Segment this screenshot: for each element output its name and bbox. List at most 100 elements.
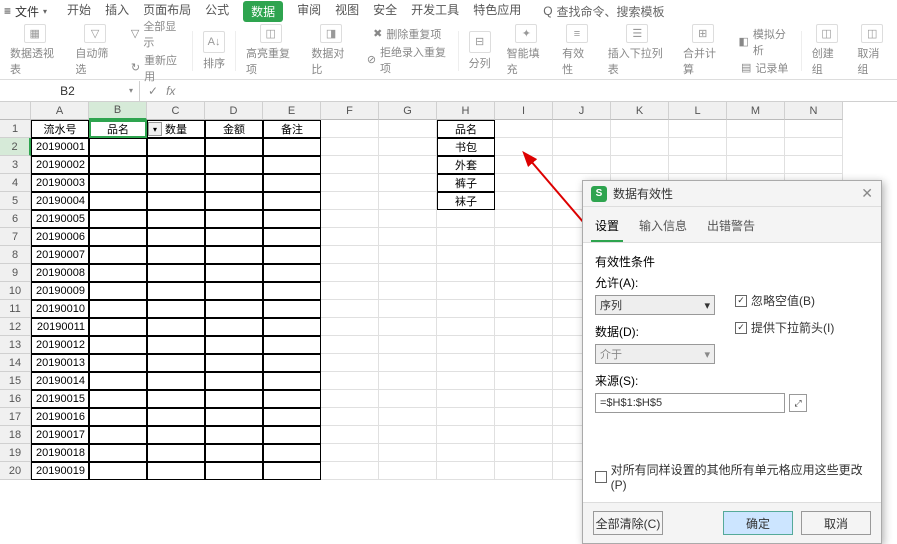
dlg-tab-error-alert[interactable]: 出错警告 xyxy=(703,213,759,242)
cell[interactable] xyxy=(495,444,553,462)
col-header-M[interactable]: M xyxy=(727,102,785,120)
cell[interactable] xyxy=(147,228,205,246)
cell[interactable] xyxy=(495,372,553,390)
row-header[interactable]: 6 xyxy=(0,210,31,228)
cell[interactable] xyxy=(437,318,495,336)
cell[interactable] xyxy=(147,444,205,462)
cell[interactable] xyxy=(205,174,263,192)
cell[interactable] xyxy=(321,372,379,390)
name-box[interactable]: B2 ▾ xyxy=(0,81,140,101)
cell[interactable] xyxy=(89,192,147,210)
col-header-L[interactable]: L xyxy=(669,102,727,120)
cell[interactable] xyxy=(611,156,669,174)
cell[interactable] xyxy=(321,318,379,336)
cell[interactable] xyxy=(669,138,727,156)
cell[interactable] xyxy=(727,138,785,156)
tab-insert[interactable]: 插入 xyxy=(105,1,129,22)
cell[interactable] xyxy=(263,156,321,174)
cell[interactable] xyxy=(263,264,321,282)
row-header[interactable]: 14 xyxy=(0,354,31,372)
cell[interactable] xyxy=(437,408,495,426)
cell[interactable] xyxy=(321,462,379,480)
cell[interactable] xyxy=(553,156,611,174)
col-header-B[interactable]: B xyxy=(89,102,147,120)
cell[interactable] xyxy=(785,138,843,156)
cell[interactable] xyxy=(437,300,495,318)
cell[interactable] xyxy=(263,354,321,372)
cell[interactable] xyxy=(379,444,437,462)
cell[interactable] xyxy=(321,444,379,462)
col-header-G[interactable]: G xyxy=(379,102,437,120)
cell[interactable] xyxy=(89,300,147,318)
reject-dup[interactable]: ⊘拒绝录入重复项 xyxy=(367,44,448,76)
cell[interactable]: 20190005 xyxy=(31,210,89,228)
cell[interactable] xyxy=(205,300,263,318)
cell[interactable] xyxy=(495,462,553,480)
cell[interactable] xyxy=(89,138,147,156)
row-header[interactable]: 7 xyxy=(0,228,31,246)
cell[interactable] xyxy=(263,210,321,228)
cell[interactable] xyxy=(147,246,205,264)
cell[interactable] xyxy=(321,426,379,444)
cell[interactable] xyxy=(727,156,785,174)
tab-devtools[interactable]: 开发工具 xyxy=(411,1,459,22)
clear-all-button[interactable]: 全部清除(C) xyxy=(593,511,663,535)
cell[interactable] xyxy=(263,192,321,210)
cell[interactable] xyxy=(379,300,437,318)
cell[interactable] xyxy=(89,174,147,192)
cell[interactable]: 20190017 xyxy=(31,426,89,444)
cell[interactable] xyxy=(147,282,205,300)
cell[interactable] xyxy=(321,192,379,210)
cell[interactable]: 20190016 xyxy=(31,408,89,426)
cell[interactable] xyxy=(553,120,611,138)
cell[interactable] xyxy=(321,264,379,282)
cell[interactable] xyxy=(379,228,437,246)
tab-formula[interactable]: 公式 xyxy=(205,1,229,22)
whatif[interactable]: ◧模拟分析 xyxy=(738,26,790,58)
col-header-J[interactable]: J xyxy=(553,102,611,120)
row-header[interactable]: 2 xyxy=(0,138,31,156)
tool-consolidate[interactable]: ⊞合并计算 xyxy=(677,24,728,77)
tab-security[interactable]: 安全 xyxy=(373,1,397,22)
cell[interactable]: 20190006 xyxy=(31,228,89,246)
col-header-E[interactable]: E xyxy=(263,102,321,120)
cell[interactable] xyxy=(263,336,321,354)
tool-smartfill[interactable]: ✦智能填充 xyxy=(501,24,552,77)
cell[interactable] xyxy=(495,300,553,318)
cell[interactable] xyxy=(321,210,379,228)
allow-select[interactable]: 序列 ▾ xyxy=(595,295,715,315)
cell[interactable] xyxy=(321,282,379,300)
apply-all-check[interactable]: 对所有同样设置的其他所有单元格应用这些更改(P) xyxy=(595,461,869,492)
cell[interactable] xyxy=(89,228,147,246)
record-form[interactable]: ▤记录单 xyxy=(741,60,788,76)
tool-group-create[interactable]: ◫创建组 xyxy=(806,24,848,77)
cell[interactable] xyxy=(727,120,785,138)
cell[interactable] xyxy=(89,462,147,480)
cell[interactable] xyxy=(89,246,147,264)
cell[interactable] xyxy=(89,444,147,462)
range-select-icon[interactable]: ⤢ xyxy=(789,394,807,412)
col-header-A[interactable]: A xyxy=(31,102,89,120)
cell[interactable] xyxy=(205,426,263,444)
row-header[interactable]: 17 xyxy=(0,408,31,426)
row-header[interactable]: 11 xyxy=(0,300,31,318)
col-header-K[interactable]: K xyxy=(611,102,669,120)
row-header[interactable]: 5 xyxy=(0,192,31,210)
cell[interactable] xyxy=(495,282,553,300)
tool-data-compare[interactable]: ◨数据对比 xyxy=(305,24,356,77)
cell[interactable] xyxy=(379,138,437,156)
cell[interactable] xyxy=(205,336,263,354)
cell[interactable] xyxy=(437,264,495,282)
select-all-corner[interactable] xyxy=(0,102,31,120)
col-header-D[interactable]: D xyxy=(205,102,263,120)
cell[interactable] xyxy=(89,426,147,444)
tool-whatif[interactable]: ◧模拟分析 ▤记录单 xyxy=(732,24,796,77)
row-header[interactable]: 13 xyxy=(0,336,31,354)
cell[interactable] xyxy=(495,192,553,210)
cell[interactable] xyxy=(437,462,495,480)
cell[interactable] xyxy=(495,390,553,408)
row-header[interactable]: 3 xyxy=(0,156,31,174)
cell[interactable]: 20190001 xyxy=(31,138,89,156)
cell[interactable] xyxy=(495,138,553,156)
fx-insert-icon[interactable]: ✓ xyxy=(148,84,158,98)
